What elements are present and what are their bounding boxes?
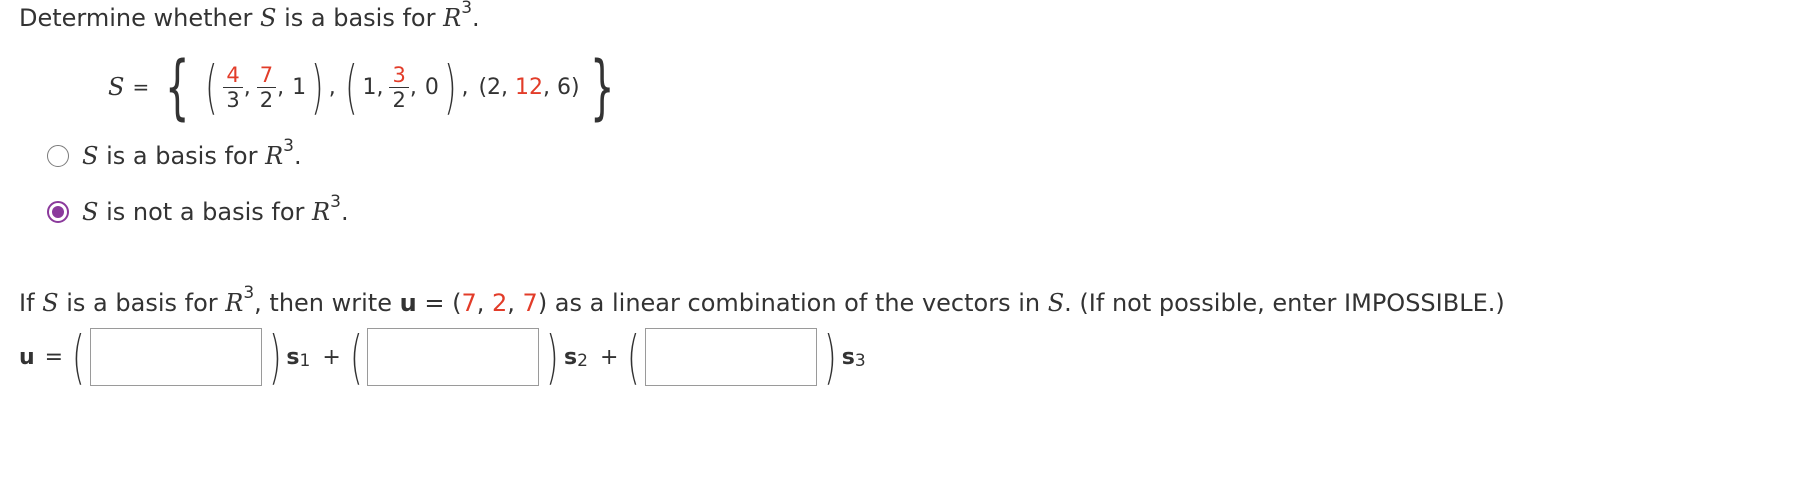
comma: ,	[409, 74, 417, 100]
right-paren: )	[311, 53, 324, 121]
space-symbol: R	[225, 289, 244, 317]
prompt-text: is a basis for	[58, 289, 226, 317]
denominator: 2	[259, 87, 274, 112]
exponent: 3	[283, 136, 294, 156]
numerator: 4	[223, 63, 243, 88]
comma: ,	[543, 74, 551, 100]
prompt-text: .	[472, 4, 480, 32]
combination-row: u = ( ) s1 + ( ) s2 + ( ) s3	[19, 323, 866, 391]
component: 1	[362, 74, 377, 100]
prompt-text: . (If not possible, enter IMPOSSIBLE.)	[1064, 289, 1505, 317]
component: 1	[292, 74, 307, 100]
prompt-text: , then write	[254, 289, 400, 317]
comma: ,	[243, 74, 251, 100]
right-paren: )	[443, 53, 457, 121]
space-symbol: R	[265, 142, 284, 170]
fraction: 72	[256, 63, 277, 112]
comma: ,	[277, 74, 285, 100]
prompt-text: If	[19, 289, 43, 317]
component: 6	[557, 74, 572, 100]
option-label: S is not a basis for R3.	[82, 194, 349, 227]
right-paren: )	[268, 323, 282, 391]
option-text: is a basis for	[98, 142, 266, 170]
left-paren: (	[204, 53, 218, 121]
set-symbol: S	[82, 198, 99, 226]
vector-u: u	[19, 344, 35, 370]
set-symbol: S	[42, 289, 59, 317]
right-paren: )	[824, 323, 837, 391]
radio-button[interactable]	[47, 145, 69, 167]
equals-sign: =	[44, 344, 64, 370]
option-label: S is a basis for R3.	[82, 138, 302, 171]
option-text: is not a basis for	[98, 198, 313, 226]
space-symbol: R	[312, 198, 331, 226]
radio-button-selected[interactable]	[47, 201, 69, 223]
vector-s: s	[564, 344, 578, 370]
prompt-text: ) as a linear combination of the vectors…	[537, 289, 1048, 317]
set-symbol: S	[260, 4, 277, 32]
denominator: 2	[392, 87, 406, 112]
prompt-text: is a basis for	[276, 4, 444, 32]
exponent: 3	[243, 283, 255, 303]
exponent: 3	[330, 192, 341, 212]
comma: ,	[328, 74, 336, 100]
plus-sign: +	[599, 344, 619, 370]
set-symbol: S	[82, 142, 99, 170]
coefficient-input-2[interactable]	[367, 328, 540, 386]
linear-combination-prompt: If S is a basis for R3, then write u = (…	[19, 285, 1505, 318]
question-prompt: Determine whether S is a basis for R3.	[19, 0, 480, 33]
vector-u: u	[399, 289, 417, 317]
right-paren: )	[546, 323, 559, 391]
set-definition: S = { ( 43, 72, 1 ), ( 1, 32, 0 ), (2, 1…	[108, 52, 624, 122]
fraction: 32	[389, 63, 409, 112]
numerator: 7	[256, 63, 277, 88]
prompt-text: = (	[416, 289, 462, 317]
component: 12	[515, 74, 544, 100]
vector-s: s	[286, 344, 300, 370]
comma: ,	[461, 74, 469, 100]
left-paren: (	[72, 323, 85, 391]
component: 2	[487, 74, 502, 100]
comma: ,	[376, 74, 384, 100]
left-paren: (	[627, 323, 640, 391]
set-symbol: S	[108, 73, 125, 101]
comma: ,	[501, 74, 509, 100]
equals-sign: =	[132, 75, 150, 99]
vector-component: 2	[491, 289, 508, 317]
left-paren: (	[349, 323, 363, 391]
vector-s: s	[841, 344, 855, 370]
right-brace: }	[589, 46, 615, 128]
comma: ,	[476, 289, 492, 317]
vector-3: (2, 12, 6)	[478, 74, 580, 100]
plus-sign: +	[322, 344, 341, 370]
set-symbol: S	[1047, 289, 1065, 317]
component: 0	[424, 74, 439, 100]
numerator: 3	[389, 63, 409, 88]
space-symbol: R	[443, 4, 462, 32]
denominator: 3	[226, 87, 240, 112]
left-paren: (	[344, 53, 358, 121]
vector-component: 7	[461, 289, 477, 317]
option-basis[interactable]: S is a basis for R3.	[47, 138, 302, 171]
left-brace: {	[165, 46, 190, 128]
exponent: 3	[461, 0, 473, 18]
coefficient-input-1[interactable]	[89, 328, 262, 386]
coefficient-input-3[interactable]	[645, 328, 818, 386]
comma: ,	[507, 289, 523, 317]
option-not-basis[interactable]: S is not a basis for R3.	[47, 194, 349, 227]
vector-component: 7	[522, 289, 538, 317]
option-text: .	[294, 142, 302, 170]
fraction: 43	[223, 63, 243, 112]
option-text: .	[340, 198, 349, 226]
prompt-text: Determine whether	[19, 4, 261, 32]
